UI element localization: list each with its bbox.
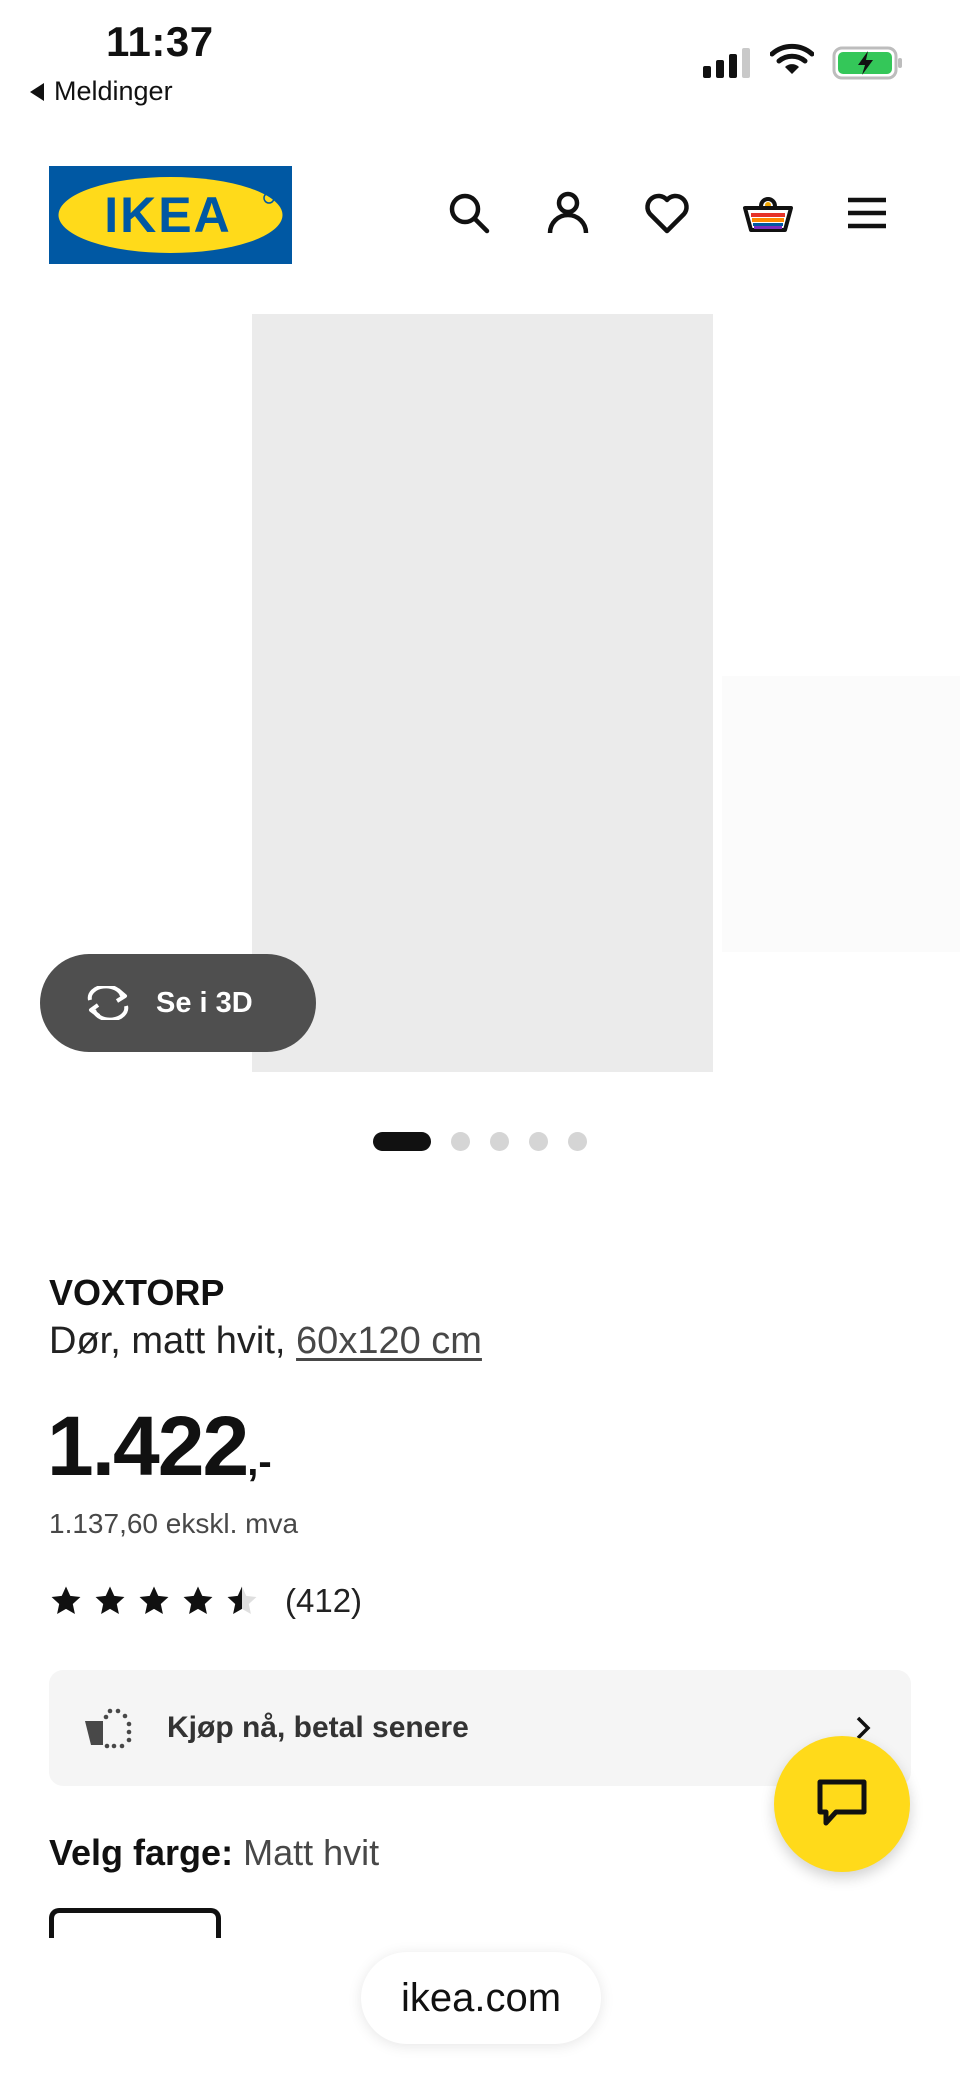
price-ex-vat: 1.137,60 ekskl. mva xyxy=(49,1508,299,1539)
search-icon[interactable] xyxy=(446,190,492,236)
star-icon xyxy=(95,1586,125,1615)
ikea-logo[interactable]: IKEA xyxy=(49,166,292,264)
color-selection: Velg farge: Matt hvit xyxy=(49,1832,379,1874)
bnpl-icon xyxy=(85,1708,132,1749)
battery-charging-icon xyxy=(832,46,902,80)
star-icon xyxy=(183,1586,213,1615)
product-price: 1.422,- xyxy=(47,1398,272,1495)
star-icon xyxy=(51,1586,81,1615)
logo-text: IKEA xyxy=(104,187,231,243)
carousel-dot[interactable] xyxy=(451,1132,470,1151)
color-value: Matt hvit xyxy=(243,1832,380,1873)
price-suffix: ,- xyxy=(247,1440,272,1484)
view-in-3d-button[interactable]: Se i 3D xyxy=(40,954,316,1052)
chat-icon xyxy=(817,1779,867,1826)
carousel-dot[interactable] xyxy=(568,1132,587,1151)
carousel-dot[interactable] xyxy=(490,1132,509,1151)
next-product-image-peek xyxy=(722,676,960,952)
cellular-signal-icon xyxy=(703,48,750,78)
heart-icon[interactable] xyxy=(644,190,690,236)
wifi-icon xyxy=(770,43,814,74)
back-to-messages[interactable]: Meldinger xyxy=(30,76,173,107)
color-label: Velg farge: xyxy=(49,1832,234,1873)
cart-icon[interactable] xyxy=(742,190,794,236)
back-label: Meldinger xyxy=(54,76,173,106)
profile-icon[interactable] xyxy=(545,190,591,236)
half-star-icon xyxy=(227,1586,257,1615)
bnpl-label: Kjøp nå, betal senere xyxy=(167,1711,469,1744)
status-time: 11:37 xyxy=(106,18,214,65)
address-bar[interactable]: ikea.com xyxy=(361,1952,601,2044)
product-image[interactable] xyxy=(252,314,713,1072)
product-description: Dør, matt hvit, 60x120 cm xyxy=(49,1320,482,1363)
back-arrow-icon xyxy=(30,82,44,101)
rotate-3d-icon xyxy=(87,986,129,1020)
product-rating[interactable]: (412) xyxy=(49,1582,362,1620)
buy-now-pay-later-banner[interactable]: Kjøp nå, betal senere xyxy=(49,1670,911,1786)
price-main: 1.422 xyxy=(47,1399,249,1493)
product-name: VOXTORP xyxy=(49,1272,225,1313)
menu-icon[interactable] xyxy=(844,190,890,236)
view-in-3d-label: Se i 3D xyxy=(156,986,253,1019)
reviews-count: (412) xyxy=(285,1582,363,1619)
product-size-link[interactable]: 60x120 cm xyxy=(296,1320,482,1362)
carousel-pagination xyxy=(373,1132,587,1151)
color-swatch-selected[interactable] xyxy=(49,1908,221,1938)
carousel-dot[interactable] xyxy=(529,1132,548,1151)
product-description-text: Dør, matt hvit, xyxy=(49,1320,286,1362)
carousel-dot[interactable] xyxy=(373,1132,431,1151)
chat-button[interactable] xyxy=(774,1736,910,1872)
star-icon xyxy=(139,1586,169,1615)
